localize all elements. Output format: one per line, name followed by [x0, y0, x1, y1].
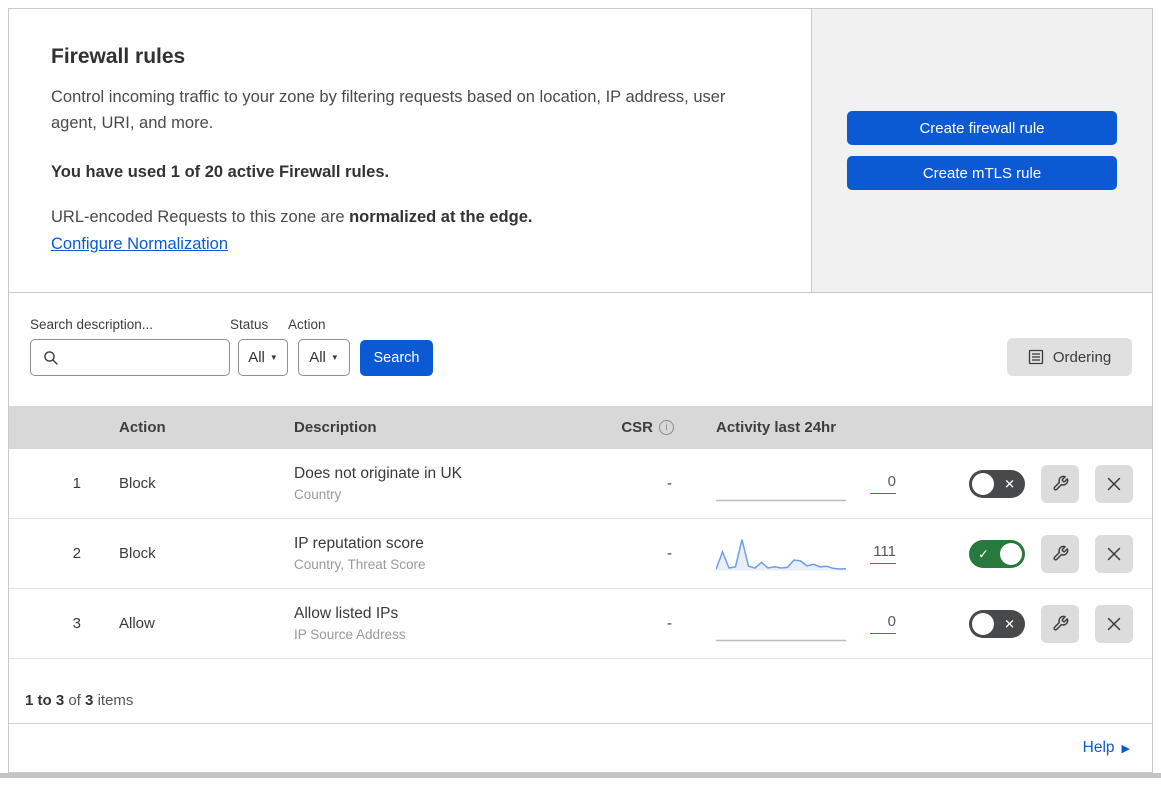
page-title: Firewall rules: [51, 45, 186, 68]
table-header: Action Description CSR i Activity last 2…: [9, 406, 1152, 449]
toggle-knob: [972, 612, 994, 635]
activity-sparkline: [716, 606, 846, 642]
wrench-icon: [1052, 615, 1069, 632]
activity-count-link[interactable]: 0: [870, 473, 896, 494]
column-header-activity: Activity last 24hr: [716, 419, 837, 436]
normalization-note: URL-encoded Requests to this zone are no…: [51, 208, 767, 227]
items-total: 3: [85, 692, 94, 709]
edit-rule-button[interactable]: [1041, 534, 1079, 573]
action-value: All: [309, 349, 326, 366]
help-label: Help: [1082, 739, 1115, 756]
configure-normalization-link[interactable]: Configure Normalization: [51, 235, 228, 254]
table-row: 1 Block Does not originate in UK Country…: [9, 449, 1152, 519]
wrench-icon: [1052, 545, 1069, 562]
help-link[interactable]: Help ▶: [1083, 739, 1130, 757]
search-label: Search description...: [30, 317, 154, 332]
page-description: Control incoming traffic to your zone by…: [51, 88, 726, 132]
actions-panel: Create firewall rule Create mTLS rule: [812, 8, 1153, 293]
delete-rule-button[interactable]: [1095, 464, 1133, 503]
items-label: items: [97, 692, 134, 709]
rule-action: Block: [119, 545, 156, 562]
search-input-wrapper: [30, 339, 248, 376]
ordering-list-icon: [1028, 349, 1044, 365]
search-input[interactable]: [67, 349, 248, 366]
create-mtls-rule-button[interactable]: Create mTLS rule: [847, 156, 1117, 190]
rule-priority: 2: [72, 545, 81, 562]
table-row: 2 Block IP reputation score Country, Thr…: [9, 519, 1152, 589]
filter-bar: Search description... Status All ▼ Actio…: [9, 293, 1152, 406]
wrench-icon: [1052, 475, 1069, 492]
delete-rule-button[interactable]: [1095, 534, 1133, 573]
status-dropdown[interactable]: All ▼: [238, 339, 288, 376]
search-icon: [43, 350, 59, 366]
delete-rule-button[interactable]: [1095, 604, 1133, 643]
normalization-text: URL-encoded Requests to this zone are: [51, 208, 350, 227]
normalization-bold: normalized at the edge.: [349, 208, 533, 227]
toggle-off-icon: ✕: [1004, 476, 1015, 491]
activity-count-link[interactable]: 0: [870, 613, 896, 634]
rule-csr-value: -: [667, 615, 672, 632]
ordering-label: Ordering: [1052, 348, 1112, 366]
rule-enabled-toggle[interactable]: ✕ ✓: [969, 469, 1025, 498]
close-icon: [1106, 616, 1122, 632]
ordering-button[interactable]: Ordering: [1007, 338, 1132, 376]
help-row: Help ▶: [9, 724, 1152, 772]
search-button[interactable]: Search: [360, 340, 433, 376]
toggle-knob: [1000, 542, 1022, 565]
rule-description: Allow listed IPs: [294, 605, 399, 622]
top-section: Firewall rules Control incoming traffic …: [8, 8, 1153, 293]
arrow-right-icon: ▶: [1121, 742, 1130, 755]
action-dropdown[interactable]: All ▼: [298, 339, 350, 376]
activity-sparkline: [716, 466, 846, 502]
activity-sparkline: [716, 536, 846, 572]
toggle-knob: [972, 472, 994, 495]
rule-fields: IP Source Address: [294, 627, 406, 642]
rule-priority: 1: [72, 475, 81, 492]
edit-rule-button[interactable]: [1041, 604, 1079, 643]
rule-description: Does not originate in UK: [294, 465, 463, 482]
intro-card: Firewall rules Control incoming traffic …: [8, 8, 812, 293]
items-of-text: of: [68, 692, 81, 709]
chevron-down-icon: ▼: [330, 353, 339, 362]
rule-action: Allow: [119, 615, 155, 632]
activity-count-link[interactable]: 111: [870, 543, 896, 564]
chevron-down-icon: ▼: [269, 353, 278, 362]
rule-description: IP reputation score: [294, 535, 424, 552]
column-header-description: Description: [294, 419, 377, 436]
rule-enabled-toggle[interactable]: ✕ ✓: [969, 539, 1025, 568]
window-bottom-edge: [0, 773, 1161, 778]
rules-panel: Search description... Status All ▼ Actio…: [8, 293, 1153, 773]
csr-header-label: CSR: [621, 419, 653, 436]
rule-fields: Country: [294, 487, 342, 502]
column-header-csr: CSR i: [604, 419, 684, 436]
rule-csr-value: -: [667, 545, 672, 562]
rule-enabled-toggle[interactable]: ✕ ✓: [969, 609, 1025, 638]
info-icon[interactable]: i: [659, 420, 674, 435]
action-label: Action: [288, 317, 326, 332]
close-icon: [1106, 546, 1122, 562]
usage-note: You have used 1 of 20 active Firewall ru…: [51, 163, 390, 182]
rule-csr-value: -: [667, 475, 672, 492]
firewall-rules-page: Firewall rules Control incoming traffic …: [0, 0, 1161, 773]
toggle-off-icon: ✕: [1004, 616, 1015, 631]
toggle-on-icon: ✓: [978, 546, 989, 561]
rule-action: Block: [119, 475, 156, 492]
items-range: 1 to 3: [25, 692, 65, 709]
pagination-summary: 1 to 3 of 3 items: [9, 659, 1152, 724]
table-row: 3 Allow Allow listed IPs IP Source Addre…: [9, 589, 1152, 659]
edit-rule-button[interactable]: [1041, 464, 1079, 503]
column-header-action: Action: [119, 419, 166, 436]
create-firewall-rule-button[interactable]: Create firewall rule: [847, 111, 1117, 145]
status-value: All: [248, 349, 265, 366]
rule-priority: 3: [72, 615, 81, 632]
status-label: Status: [230, 317, 269, 332]
close-icon: [1106, 476, 1122, 492]
rule-fields: Country, Threat Score: [294, 557, 426, 572]
